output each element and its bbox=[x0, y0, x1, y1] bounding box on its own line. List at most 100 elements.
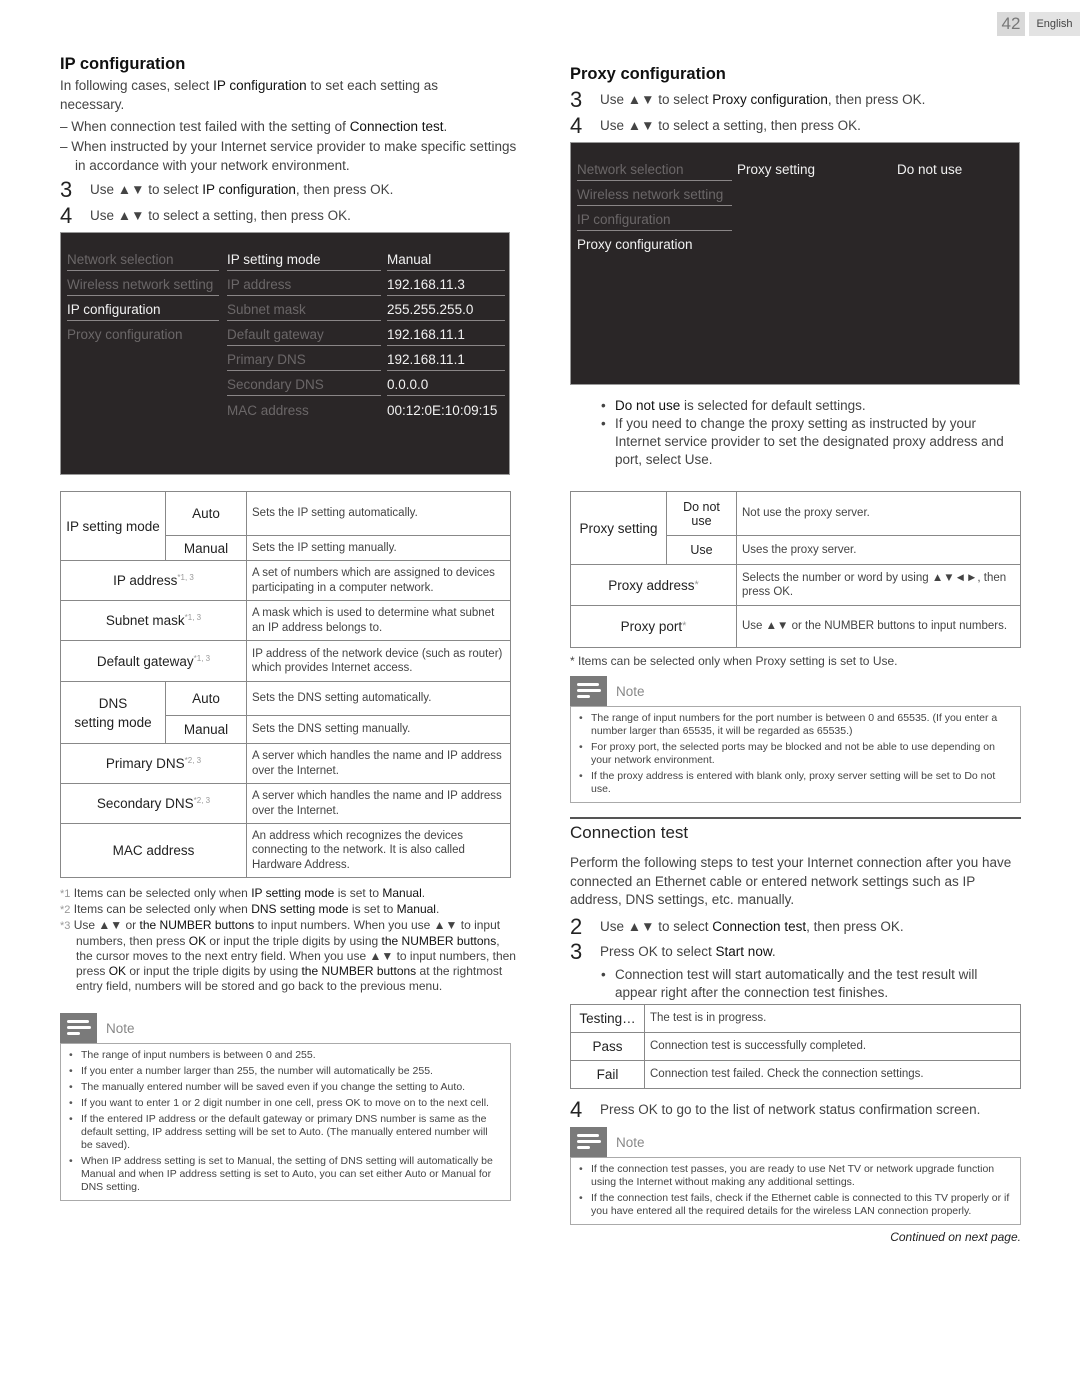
table-row: Subnet mask*1, 3 A mask which is used to… bbox=[60, 600, 511, 641]
cell-desc: Sets the IP setting automatically. bbox=[246, 491, 511, 536]
bullet-bold: Do not use bbox=[615, 398, 681, 413]
footnote-3: *3 Use ▲▼ or the NUMBER buttons to input… bbox=[60, 918, 516, 994]
menu-ip-configuration[interactable]: IP configuration bbox=[577, 209, 732, 231]
cell-desc: Connection test failed. Check the connec… bbox=[644, 1060, 1021, 1089]
cell-desc: Connection test is successfully complete… bbox=[644, 1032, 1021, 1061]
footnote-text: . bbox=[435, 902, 440, 916]
note-icon bbox=[60, 1013, 97, 1043]
cell-manual: Manual bbox=[165, 535, 247, 561]
step-bold: Proxy configuration bbox=[712, 92, 828, 107]
footnote-bold: the NUMBER buttons bbox=[381, 934, 497, 948]
setting-primary-dns[interactable]: Primary DNS bbox=[227, 349, 381, 371]
tv-screen-ip-config: Network selection Wireless network setti… bbox=[60, 232, 510, 475]
ip-config-intro: In following cases, select IP configurat… bbox=[60, 77, 500, 114]
conn-step-4: 4 Press OK to go to the list of network … bbox=[570, 1099, 1020, 1121]
cell-proxy-port: Proxy port* bbox=[570, 605, 737, 648]
dash-item: – When instructed by your Internet servi… bbox=[60, 139, 517, 173]
step-text: Use ▲▼ to select bbox=[600, 92, 713, 107]
note-header: Note bbox=[570, 1127, 1021, 1157]
connection-test-intro: Perform the following steps to test your… bbox=[570, 855, 1012, 907]
note-label: Note bbox=[106, 1020, 135, 1036]
menu-ip-configuration[interactable]: IP configuration bbox=[67, 299, 219, 321]
setting-default-gateway[interactable]: Default gateway bbox=[227, 324, 381, 346]
page-number: 42 bbox=[997, 12, 1025, 36]
footnote-bold: the NUMBER buttons bbox=[139, 918, 255, 932]
ip-config-title: IP configuration bbox=[60, 55, 186, 73]
footnote-mark: * bbox=[682, 620, 687, 632]
cell-desc: A server which handles the name and IP a… bbox=[246, 783, 511, 824]
connection-test-title: Connection test bbox=[570, 823, 689, 842]
setting-secondary-dns[interactable]: Secondary DNS bbox=[227, 374, 381, 396]
cell-ip-setting-mode: IP setting mode bbox=[60, 491, 166, 561]
footnote-mark: *1 bbox=[60, 888, 71, 900]
setting-subnet-mask[interactable]: Subnet mask bbox=[227, 299, 381, 321]
note-item: If you enter a number larger than 255, t… bbox=[69, 1065, 502, 1078]
note-icon bbox=[570, 676, 607, 706]
note-item: If the connection test passes, you are r… bbox=[579, 1163, 1012, 1189]
language-tab: English bbox=[1029, 12, 1080, 36]
value-secondary-dns: 0.0.0.0 bbox=[387, 374, 505, 396]
bullet-text: If you need to change the proxy setting … bbox=[615, 416, 1004, 467]
step-bold: IP configuration bbox=[202, 182, 296, 197]
table-row: IP address*1, 3 A set of numbers which a… bbox=[60, 560, 511, 601]
setting-mac-address[interactable]: MAC address bbox=[227, 400, 381, 422]
note-body: The range of input numbers is between 0 … bbox=[60, 1043, 511, 1201]
cell-subnet-mask: Subnet mask*1, 3 bbox=[60, 600, 247, 641]
cell-desc: Uses the proxy server. bbox=[736, 535, 1021, 565]
footnote-2: *2 Items can be selected only when DNS s… bbox=[60, 902, 510, 918]
section-divider bbox=[570, 817, 1021, 819]
cell-ip-address: IP address*1, 3 bbox=[60, 560, 247, 601]
footnote-text: or input the triple digits by using bbox=[206, 934, 382, 948]
footnote-text: is set to bbox=[334, 886, 383, 900]
step-number: 3 bbox=[570, 87, 583, 112]
cell-proxy-setting: Proxy setting bbox=[570, 491, 667, 565]
menu-proxy-configuration[interactable]: Proxy configuration bbox=[67, 324, 219, 346]
footnote-mark: *3 bbox=[60, 920, 71, 932]
note-item: The range of input numbers for the port … bbox=[579, 712, 1012, 738]
step-number: 3 bbox=[570, 939, 583, 964]
table-row: Proxy address* Selects the number or wor… bbox=[570, 564, 1021, 606]
setting-ip-mode[interactable]: IP setting mode bbox=[227, 249, 381, 271]
note-label: Note bbox=[616, 683, 645, 699]
step-4: 4 Use ▲▼ to select a setting, then press… bbox=[60, 205, 510, 227]
setting-proxy[interactable]: Proxy setting bbox=[737, 159, 887, 181]
menu-network-selection[interactable]: Network selection bbox=[577, 159, 732, 181]
setting-ip-address[interactable]: IP address bbox=[227, 274, 381, 296]
footnote-bold: Manual bbox=[382, 886, 422, 900]
cell-proxy-address: Proxy address* bbox=[570, 564, 737, 606]
menu-proxy-configuration[interactable]: Proxy configuration bbox=[577, 234, 732, 256]
cell-do-not-use: Do not use bbox=[666, 491, 737, 536]
cell-primary-dns: Primary DNS*2, 3 bbox=[60, 743, 247, 784]
value-default-gateway: 192.168.11.1 bbox=[387, 324, 505, 346]
continued-note: Continued on next page. bbox=[890, 1230, 1021, 1244]
footnote-mark: *2, 3 bbox=[184, 756, 202, 765]
cell-manual: Manual bbox=[165, 715, 247, 744]
table-row: Fail Connection test failed. Check the c… bbox=[570, 1060, 1021, 1089]
menu-wireless-network-setting[interactable]: Wireless network setting bbox=[67, 274, 219, 296]
connection-test-note: Note If the connection test passes, you … bbox=[570, 1127, 1021, 1225]
step-bold: Connection test bbox=[712, 919, 807, 934]
cell-desc: An address which recognizes the devices … bbox=[246, 823, 511, 878]
note-icon bbox=[570, 1127, 607, 1157]
menu-wireless-network-setting[interactable]: Wireless network setting bbox=[577, 184, 732, 206]
note-header: Note bbox=[60, 1013, 511, 1043]
table-row: Pass Connection test is successfully com… bbox=[570, 1032, 1021, 1061]
conn-step-3: 3 Press OK to select Start now. bbox=[570, 939, 1020, 964]
step-text: Use ▲▼ to select bbox=[90, 182, 203, 197]
proxy-note: Note The range of input numbers for the … bbox=[570, 676, 1021, 803]
footnote-mark: *2 bbox=[60, 904, 71, 916]
cell-label: setting mode bbox=[74, 714, 152, 730]
cell-desc: Use ▲▼ or the NUMBER buttons to input nu… bbox=[736, 605, 1021, 648]
note-item: When IP address setting is set to Manual… bbox=[69, 1155, 502, 1194]
cell-status: Fail bbox=[570, 1060, 645, 1089]
note-body: The range of input numbers for the port … bbox=[570, 706, 1021, 803]
proxy-step-4: 4 Use ▲▼ to select a setting, then press… bbox=[570, 115, 1020, 137]
menu-network-selection[interactable]: Network selection bbox=[67, 249, 219, 271]
value-subnet-mask: 255.255.255.0 bbox=[387, 299, 505, 321]
cell-label: Proxy address bbox=[608, 577, 695, 593]
bullet-text: is selected for default settings. bbox=[680, 398, 866, 413]
footnote-bold: DNS setting mode bbox=[251, 902, 349, 916]
dash-bold: Connection test bbox=[349, 119, 444, 134]
table-row: DNS setting mode Auto Sets the DNS settin… bbox=[60, 681, 511, 744]
note-item: If the proxy address is entered with bla… bbox=[579, 770, 1012, 796]
